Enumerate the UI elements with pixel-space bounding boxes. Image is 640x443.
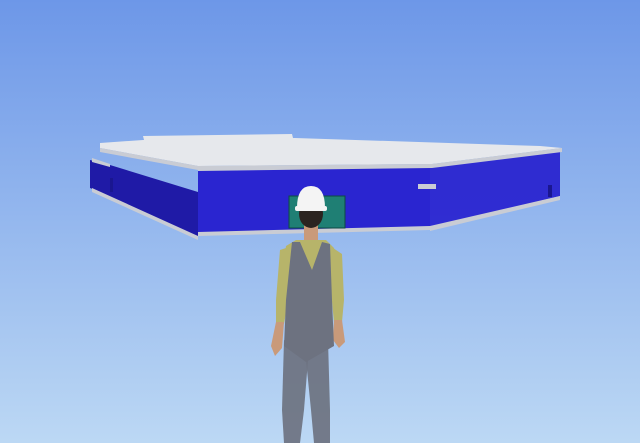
hard-hat-brim [295,206,327,211]
side-door [548,185,552,197]
left-door [110,178,113,192]
scene-canvas [0,0,640,443]
worker-right-sleeve [332,248,344,322]
ledge-right [418,184,436,189]
3d-viewport[interactable] [0,0,640,443]
